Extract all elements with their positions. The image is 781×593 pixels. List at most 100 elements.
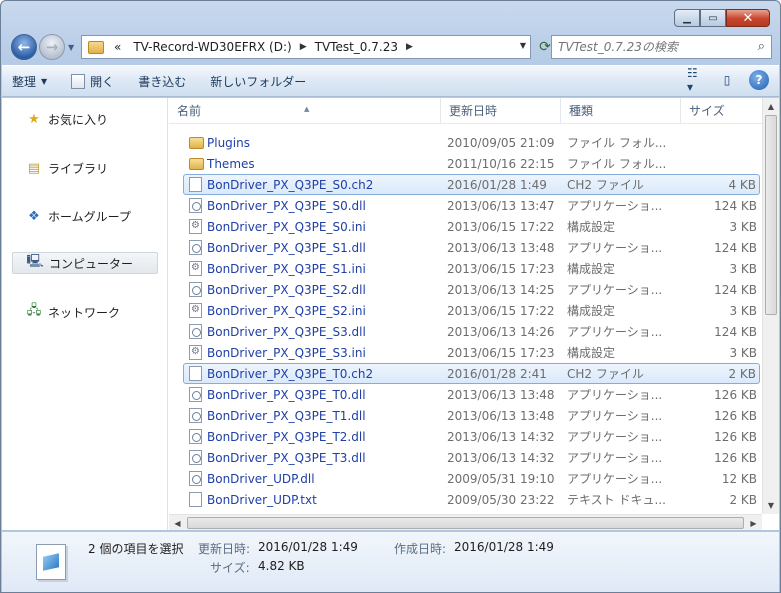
file-icon xyxy=(189,366,202,381)
table-row[interactable]: BonDriver_PX_Q3PE_T0.ch2 2016/01/28 2:41 C… xyxy=(183,363,760,384)
vertical-scrollbar[interactable]: ▲ ▼ xyxy=(762,98,779,514)
file-type: テキスト ドキュ... xyxy=(567,493,666,507)
file-modified: 2013/06/13 14:32 xyxy=(447,429,555,444)
recent-pages-chevron-icon[interactable]: ▼ xyxy=(68,43,74,52)
file-name: BonDriver_PX_Q3PE_S0.ini xyxy=(207,219,366,234)
view-options-icon[interactable]: ☷ ▾ xyxy=(687,66,707,94)
folder-icon xyxy=(88,40,104,54)
forward-button[interactable]: → xyxy=(39,34,65,60)
created-value: 2016/01/28 1:49 xyxy=(454,540,554,554)
chevron-down-icon: ▼ xyxy=(41,76,48,86)
column-name[interactable]: ▲ 名前 xyxy=(169,98,441,124)
column-size-label: サイズ xyxy=(689,104,725,118)
file-type: CH2 ファイル xyxy=(567,178,644,192)
column-size[interactable]: サイズ xyxy=(681,98,761,124)
refresh-icon: ⟳ xyxy=(539,39,551,55)
table-row[interactable]: BonDriver_UDP.dll 2009/05/31 19:10 アプリケーショ… xyxy=(169,468,762,489)
open-file-icon xyxy=(71,73,86,89)
application-icon xyxy=(189,387,202,402)
open-button[interactable]: 開く xyxy=(61,69,128,93)
file-size: 4 KB xyxy=(728,177,756,192)
breadcrumb-overflow[interactable]: « xyxy=(108,40,127,54)
address-dropdown-icon[interactable]: ▼ xyxy=(520,41,526,50)
breadcrumb-folder[interactable]: TVTest_0.7.23 xyxy=(309,40,404,54)
column-name-label: 名前 xyxy=(177,104,202,118)
application-icon xyxy=(189,429,202,444)
table-row[interactable]: BonDriver_UDP.txt 2009/05/30 23:22 テキスト ドキ… xyxy=(169,489,762,510)
file-modified: 2013/06/13 14:26 xyxy=(447,324,555,339)
help-icon[interactable]: ? xyxy=(749,70,769,90)
file-modified: 2013/06/13 13:48 xyxy=(447,408,555,423)
view-controls: ☷ ▾ ▯ ? xyxy=(677,66,769,94)
table-row[interactable]: BonDriver_PX_Q3PE_S2.dll 2013/06/13 14:25… xyxy=(169,279,762,300)
sidebar-item-computer[interactable]: 🖳 コンピューター xyxy=(12,252,158,274)
sidebar-item-homegroup[interactable]: ❖ ホームグループ xyxy=(12,205,158,227)
organize-button[interactable]: 整理 ▼ xyxy=(2,69,61,93)
sidebar-item-network[interactable]: 🖧 ネットワーク xyxy=(12,301,158,323)
folder-icon xyxy=(189,158,204,170)
column-type[interactable]: 種類 xyxy=(561,98,681,124)
table-row[interactable]: BonDriver_PX_Q3PE_S1.dll 2013/06/13 13:48… xyxy=(169,237,762,258)
vertical-scroll-thumb[interactable] xyxy=(765,115,777,315)
search-icon[interactable]: ⌕ xyxy=(758,39,765,54)
table-row[interactable]: BonDriver_PX_Q3PE_S0.ch2 2016/01/28 1:49 C… xyxy=(183,174,760,195)
file-modified: 2010/09/05 21:09 xyxy=(447,135,555,150)
back-button[interactable]: ← xyxy=(11,34,37,60)
horizontal-scroll-thumb[interactable] xyxy=(187,517,744,529)
file-type: アプリケーショ... xyxy=(567,451,663,465)
chevron-right-icon[interactable]: ▶ xyxy=(404,42,415,52)
settings-file-icon xyxy=(189,261,202,276)
scroll-left-icon[interactable]: ◀ xyxy=(169,515,186,530)
file-type: 構成設定 xyxy=(567,346,616,360)
address-bar[interactable]: « TV-Record-WD30EFRX (D:) ▶ TVTest_0.7.2… xyxy=(81,35,531,59)
file-size: 3 KB xyxy=(729,345,757,360)
burn-button[interactable]: 書き込む xyxy=(128,69,200,93)
scroll-down-icon[interactable]: ▼ xyxy=(763,497,779,514)
table-row[interactable]: BonDriver_PX_Q3PE_S0.ini 2013/06/15 17:22… xyxy=(169,216,762,237)
minimize-button[interactable]: ▁ xyxy=(674,9,700,27)
file-name: BonDriver_PX_Q3PE_T3.dll xyxy=(207,450,366,465)
file-icon xyxy=(189,492,202,507)
file-modified: 2011/10/16 22:15 xyxy=(447,156,555,171)
table-row[interactable]: BonDriver_PX_Q3PE_T2.dll 2013/06/13 14:32… xyxy=(169,426,762,447)
table-row[interactable]: Themes 2011/10/16 22:15 ファイル フォル... xyxy=(169,153,762,174)
file-name: BonDriver_UDP.txt xyxy=(207,492,317,507)
sidebar-item-libraries[interactable]: ▤ ライブラリ xyxy=(12,157,158,179)
maximize-button[interactable]: ▭ xyxy=(700,9,726,27)
scroll-up-icon[interactable]: ▲ xyxy=(763,98,779,115)
column-date-label: 更新日時 xyxy=(449,104,498,118)
file-name: BonDriver_PX_Q3PE_S2.dll xyxy=(207,282,366,297)
table-row[interactable]: BonDriver_PX_Q3PE_T3.dll 2013/06/13 14:32… xyxy=(169,447,762,468)
open-label: 開く xyxy=(90,74,115,89)
scroll-right-icon[interactable]: ▶ xyxy=(745,515,762,530)
size-value: 4.82 KB xyxy=(258,559,305,573)
breadcrumb-drive[interactable]: TV-Record-WD30EFRX (D:) xyxy=(127,40,297,54)
table-row[interactable]: BonDriver_PX_Q3PE_T0.dll 2013/06/13 13:48… xyxy=(169,384,762,405)
search-box[interactable]: ⌕ xyxy=(551,35,772,59)
application-icon xyxy=(189,471,202,486)
table-row[interactable]: BonDriver_PX_Q3PE_S3.ini 2013/06/15 17:23… xyxy=(169,342,762,363)
close-button[interactable]: ✕ xyxy=(726,9,770,27)
explorer-window: ▁ ▭ ✕ ← → ▼ « TV-Record-WD30EFRX (D:) ▶ … xyxy=(0,0,781,593)
file-type: アプリケーショ... xyxy=(567,388,663,402)
file-type: CH2 ファイル xyxy=(567,367,644,381)
new-folder-button[interactable]: 新しいフォルダー xyxy=(200,69,320,93)
table-row[interactable]: Plugins 2010/09/05 21:09 ファイル フォル... xyxy=(169,132,762,153)
file-modified: 2013/06/13 13:48 xyxy=(447,387,555,402)
sidebar-item-favorites[interactable]: ★ お気に入り xyxy=(12,108,158,130)
search-input[interactable] xyxy=(552,40,742,54)
file-size: 124 KB xyxy=(714,198,757,213)
table-row[interactable]: BonDriver_PX_Q3PE_S1.ini 2013/06/15 17:23… xyxy=(169,258,762,279)
column-date[interactable]: 更新日時 xyxy=(441,98,561,124)
file-name: BonDriver_PX_Q3PE_S1.ini xyxy=(207,261,366,276)
chevron-right-icon[interactable]: ▶ xyxy=(298,42,309,52)
horizontal-scrollbar[interactable]: ◀ ▶ xyxy=(169,514,762,530)
table-row[interactable]: BonDriver_PX_Q3PE_T1.dll 2013/06/13 13:48… xyxy=(169,405,762,426)
table-row[interactable]: BonDriver_PX_Q3PE_S3.dll 2013/06/13 14:26… xyxy=(169,321,762,342)
file-modified: 2009/05/30 23:22 xyxy=(447,492,555,507)
table-row[interactable]: BonDriver_PX_Q3PE_S2.ini 2013/06/15 17:22… xyxy=(169,300,762,321)
file-modified: 2013/06/13 13:47 xyxy=(447,198,555,213)
table-row[interactable]: BonDriver_PX_Q3PE_S0.dll 2013/06/13 13:47… xyxy=(169,195,762,216)
preview-pane-icon[interactable]: ▯ xyxy=(717,70,737,90)
file-type: アプリケーショ... xyxy=(567,241,663,255)
